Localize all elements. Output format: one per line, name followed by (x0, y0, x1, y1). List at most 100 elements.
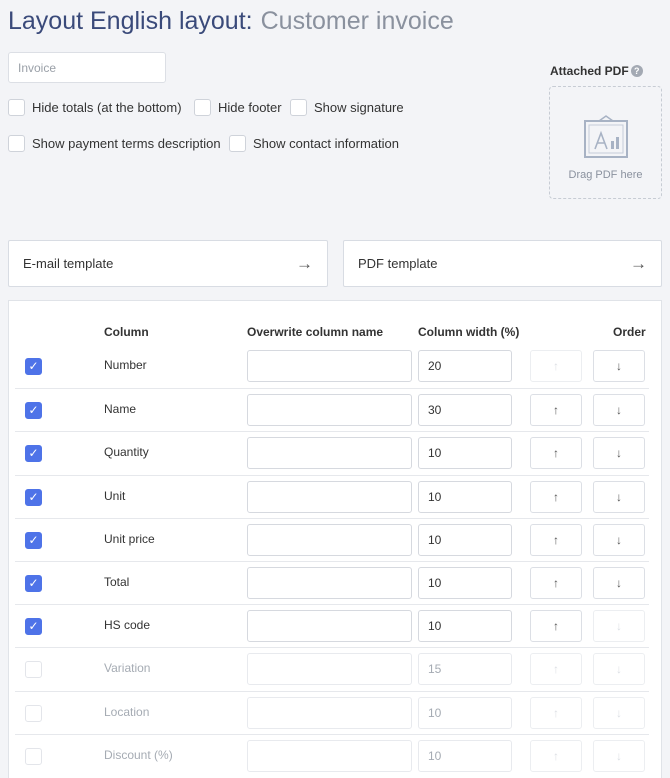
column-enabled-checkbox[interactable]: ✓ (25, 704, 42, 722)
attached-pdf-heading: Attached PDF ? (550, 64, 643, 78)
page-title: Layout English layout: Customer invoice (8, 4, 454, 38)
column-width-input[interactable] (418, 567, 512, 599)
arrow-right-icon: → (630, 253, 647, 273)
table-row: ✓ Variation ↑ ↓ (15, 647, 649, 690)
column-enabled-checkbox[interactable]: ✓ (25, 488, 42, 506)
overwrite-name-input[interactable] (247, 739, 412, 772)
overwrite-name-input[interactable] (247, 696, 412, 729)
pdf-dropzone[interactable]: Drag PDF here (549, 86, 662, 199)
move-down-button[interactable]: ↓ (593, 567, 645, 599)
move-down-button[interactable]: ↓ (593, 610, 645, 643)
arrow-down-icon: ↓ (616, 489, 622, 504)
hide-footer-checkbox[interactable] (194, 99, 211, 116)
move-down-button[interactable]: ↓ (593, 696, 645, 729)
overwrite-header: Overwrite column name (247, 325, 384, 339)
move-up-button[interactable]: ↑ (530, 480, 582, 513)
columns-table: Column Overwrite column name Column widt… (8, 300, 662, 778)
pdf-template-button[interactable]: PDF template → (343, 240, 662, 287)
table-row: ✓ Number ↑ ↓ (15, 345, 649, 388)
show-payment-terms-option[interactable]: Show payment terms description (8, 135, 221, 152)
layout-title: Layout English layout: (8, 7, 253, 35)
column-enabled-checkbox[interactable]: ✓ (25, 531, 42, 549)
column-enabled-checkbox[interactable]: ✓ (25, 445, 42, 463)
move-up-button[interactable]: ↑ (530, 610, 582, 643)
hide-totals-label: Hide totals (at the bottom) (32, 100, 182, 115)
column-width-input[interactable] (418, 394, 512, 427)
move-up-button[interactable]: ↑ (530, 567, 582, 599)
column-enabled-checkbox[interactable]: ✓ (25, 575, 42, 592)
arrow-down-icon: ↓ (616, 532, 622, 547)
column-width-input[interactable] (418, 653, 512, 686)
overwrite-name-input[interactable] (247, 480, 412, 513)
arrow-up-icon: ↑ (553, 662, 559, 677)
arrow-right-icon: → (296, 253, 313, 273)
column-name-label: Discount (%) (104, 747, 173, 762)
column-enabled-checkbox[interactable]: ✓ (25, 661, 42, 679)
show-payment-terms-checkbox[interactable] (8, 135, 25, 152)
arrow-down-icon: ↓ (616, 748, 622, 763)
table-row: ✓ Unit ↑ ↓ (15, 474, 649, 518)
column-enabled-checkbox[interactable]: ✓ (25, 358, 42, 375)
move-up-button[interactable]: ↑ (530, 350, 582, 382)
hide-totals-checkbox[interactable] (8, 99, 25, 116)
move-up-button[interactable]: ↑ (530, 394, 582, 427)
column-width-input[interactable] (418, 480, 512, 513)
move-up-button[interactable]: ↑ (530, 653, 582, 686)
move-up-button[interactable]: ↑ (530, 696, 582, 729)
arrow-up-icon: ↑ (553, 489, 559, 504)
order-header: Order (613, 325, 646, 339)
overwrite-name-input[interactable] (247, 437, 412, 470)
show-contact-info-option[interactable]: Show contact information (229, 135, 399, 152)
move-down-button[interactable]: ↓ (593, 480, 645, 513)
hide-footer-option[interactable]: Hide footer (194, 99, 282, 116)
email-template-button[interactable]: E-mail template → (8, 240, 328, 287)
overwrite-name-input[interactable] (247, 610, 412, 643)
arrow-up-icon: ↑ (553, 446, 559, 461)
arrow-down-icon: ↓ (616, 576, 622, 590)
column-width-input[interactable] (418, 437, 512, 470)
show-signature-option[interactable]: Show signature (290, 99, 404, 116)
column-name-label: Unit price (104, 531, 155, 546)
overwrite-name-input[interactable] (247, 394, 412, 427)
show-contact-info-checkbox[interactable] (229, 135, 246, 152)
column-header: Column (104, 325, 149, 339)
column-width-input[interactable] (418, 523, 512, 556)
move-down-button[interactable]: ↓ (593, 350, 645, 382)
question-icon[interactable]: ? (630, 65, 643, 77)
table-row: ✓ Location ↑ ↓ (15, 690, 649, 734)
column-width-input[interactable] (418, 350, 512, 382)
overwrite-name-input[interactable] (247, 350, 412, 382)
show-signature-checkbox[interactable] (290, 99, 307, 116)
pdf-template-label: PDF template (358, 256, 438, 271)
table-row: ✓ Discount (%) ↑ ↓ (15, 733, 649, 777)
column-name-label: HS code (104, 618, 151, 633)
move-up-button[interactable]: ↑ (530, 523, 582, 556)
column-width-input[interactable] (418, 696, 512, 729)
arrow-up-icon: ↑ (553, 403, 559, 418)
arrow-down-icon: ↓ (616, 359, 622, 373)
column-enabled-checkbox[interactable]: ✓ (25, 618, 42, 636)
move-down-button[interactable]: ↓ (593, 523, 645, 556)
overwrite-name-input[interactable] (247, 567, 412, 599)
column-width-input[interactable] (418, 610, 512, 643)
layout-name-input[interactable] (8, 52, 166, 83)
attached-pdf-label: Attached PDF (550, 64, 629, 78)
email-template-label: E-mail template (23, 256, 114, 271)
column-width-input[interactable] (418, 739, 512, 772)
show-contact-info-label: Show contact information (253, 136, 399, 151)
column-name-label: Total (104, 575, 130, 589)
move-down-button[interactable]: ↓ (593, 739, 645, 772)
hide-totals-option[interactable]: Hide totals (at the bottom) (8, 99, 182, 116)
drop-text: Drag PDF here (568, 169, 643, 181)
overwrite-name-input[interactable] (247, 653, 412, 686)
move-down-button[interactable]: ↓ (593, 653, 645, 686)
column-name-label: Variation (104, 661, 151, 676)
column-enabled-checkbox[interactable]: ✓ (25, 747, 42, 765)
move-down-button[interactable]: ↓ (593, 394, 645, 427)
overwrite-name-input[interactable] (247, 523, 412, 556)
move-down-button[interactable]: ↓ (593, 437, 645, 470)
move-up-button[interactable]: ↑ (530, 739, 582, 772)
column-enabled-checkbox[interactable]: ✓ (25, 402, 42, 420)
arrow-up-icon: ↑ (553, 748, 559, 763)
move-up-button[interactable]: ↑ (530, 437, 582, 470)
